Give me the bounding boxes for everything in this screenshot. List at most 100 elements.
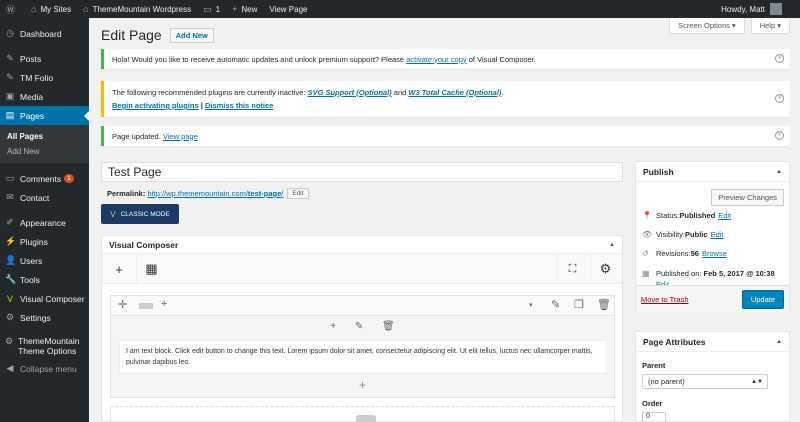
collapse-icon: ◀ [6, 363, 14, 373]
w3-cache-link[interactable]: W3 Total Cache (Optional) [408, 88, 501, 97]
add-column-icon[interactable]: + [161, 298, 167, 310]
move-icon[interactable]: ✛ [118, 298, 127, 311]
wp-logo-icon[interactable]: Ⓦ [0, 0, 25, 18]
drag-handle[interactable] [356, 415, 376, 422]
avatar [770, 3, 782, 15]
collapse-arrow-icon[interactable]: ▲ [609, 242, 615, 248]
screen-options-button[interactable]: Screen Options ▾ [669, 18, 745, 34]
edit-row-icon[interactable]: ✎ [551, 298, 560, 311]
pages-submenu: All Pages Add New [0, 125, 89, 163]
preview-changes-button[interactable]: Preview Changes [711, 189, 784, 206]
permalink: Permalink: http://wp.thememountain.com/t… [107, 188, 309, 199]
site-name-menu[interactable]: ⌂ ThemeMountain Wordpress [77, 0, 197, 18]
dismiss-icon[interactable]: ✕ [775, 94, 784, 103]
order-input[interactable]: 0 [642, 412, 666, 422]
submenu-add-new[interactable]: Add New [0, 144, 89, 159]
sidebar-item-appearance[interactable]: ✐ Appearance [0, 213, 89, 232]
fullscreen-icon[interactable]: ⛶ [557, 254, 587, 284]
sidebar-item-pages[interactable]: ▤ Pages [0, 106, 89, 125]
page-updated-notice: Page updated. View page ✕ [101, 126, 790, 146]
post-visibility: 👁 Visibility: Public Edit [642, 230, 724, 239]
add-to-column-icon[interactable]: + [330, 321, 336, 332]
edit-permalink-button[interactable]: Edit [287, 188, 309, 199]
browse-revisions-link[interactable]: Browse [702, 249, 727, 258]
add-new-button[interactable]: Add New [169, 27, 214, 43]
edit-column-icon[interactable]: ✎ [355, 321, 363, 332]
permalink-url[interactable]: http://wp.thememountain.com/test-page/ [147, 189, 283, 198]
sidebar-item-users[interactable]: 👤 Users [0, 251, 89, 270]
plus-icon: + [232, 4, 238, 14]
brush-icon: ✐ [6, 217, 14, 227]
publish-header[interactable]: Publish ▲ [636, 162, 789, 182]
sidebar-item-comments[interactable]: ▭ Comments 1 [0, 169, 89, 188]
sidebar-item-plugins[interactable]: ⚡ Plugins [0, 232, 89, 251]
select-caret-icon: ▲▼ [751, 378, 763, 385]
sidebar-item-contact[interactable]: ✉ Contact [0, 188, 89, 207]
screen-meta: Screen Options ▾ Help ▾ [669, 18, 790, 34]
vc-activation-notice: Hola! Would you like to receive automati… [101, 49, 790, 69]
collapse-arrow-icon[interactable]: ▲ [776, 169, 782, 175]
sidebar-item-dashboard[interactable]: ◷ Dashboard [0, 24, 89, 43]
sidebar-item-theme-options[interactable]: ⚙ ThemeMountain Theme Options [0, 333, 89, 359]
sidebar-item-tools[interactable]: 🔧 Tools [0, 270, 89, 289]
empty-row-placeholder[interactable] [110, 406, 615, 422]
pages-icon: ▤ [5, 110, 15, 120]
comments-badge: 1 [64, 174, 74, 183]
add-element-icon[interactable]: + [104, 254, 134, 284]
account-menu[interactable]: Howdy, Matt [715, 0, 788, 18]
dismiss-notice-link[interactable]: Dismiss this notice [205, 101, 273, 110]
sidebar-item-media[interactable]: ▣ Media [0, 87, 89, 106]
submenu-all-pages[interactable]: All Pages [0, 129, 89, 144]
pin-icon: 📍 [642, 211, 652, 220]
svg-support-link[interactable]: SVG Support (Optional) [308, 88, 392, 97]
user-icon: 👤 [5, 255, 17, 265]
begin-activating-link[interactable]: Begin activating plugins [112, 101, 199, 110]
clone-row-icon[interactable]: ❐ [574, 298, 584, 311]
page-attributes-box: Page Attributes ▲ Parent (no parent) ▲▼ Or… [635, 331, 790, 422]
comments-menu[interactable]: ▭ 1 [197, 0, 226, 18]
page-title: Edit Page Add New [101, 27, 214, 43]
new-content-menu[interactable]: + New [226, 0, 263, 18]
sidebar-item-visual-composer[interactable]: V Visual Composer [0, 289, 89, 308]
my-sites-menu[interactable]: ⌂ My Sites [25, 0, 77, 18]
move-to-trash-link[interactable]: Move to Trash [641, 295, 689, 304]
parent-label: Parent [642, 361, 666, 370]
page-attributes-header[interactable]: Page Attributes ▲ [636, 332, 789, 352]
edit-visibility-link[interactable]: Edit [711, 230, 724, 239]
collapse-menu-button[interactable]: ◀ Collapse menu [0, 359, 89, 378]
home-icon: ⌂ [83, 4, 89, 14]
view-page-link[interactable]: View Page [263, 0, 313, 18]
parent-select[interactable]: (no parent) ▲▼ [642, 374, 768, 389]
vc-row: ✛ + ▾ ✎ ❐ 🗑 + ✎ 🗑 I am text block. Click… [110, 295, 615, 398]
edit-status-link[interactable]: Edit [718, 211, 731, 220]
sidebar-item-tm-folio[interactable]: ✎ TM Folio [0, 68, 89, 87]
vc-box-header[interactable]: Visual Composer ▲ [102, 236, 622, 254]
delete-row-icon[interactable]: 🗑 [597, 298, 611, 311]
row-layout-icon[interactable] [139, 303, 153, 309]
collapse-arrow-icon[interactable]: ▲ [776, 339, 782, 345]
sidebar-item-settings[interactable]: ⚙ Settings [0, 308, 89, 327]
dismiss-icon[interactable]: ✕ [775, 131, 784, 140]
publish-actions: Move to Trash Update [636, 285, 789, 313]
templates-icon[interactable]: ▦ [136, 254, 166, 284]
text-block-element[interactable]: I am text block. Click edit button to ch… [119, 340, 607, 374]
delete-column-icon[interactable]: 🗑 [382, 321, 395, 332]
history-icon: ↺ [642, 249, 649, 258]
settings-icon: ⚙ [5, 312, 15, 322]
classic-mode-button[interactable]: V CLASSIC MODE [101, 204, 179, 224]
settings-icon[interactable]: ⚙ [590, 254, 620, 284]
post-title-input[interactable]: Test Page [101, 162, 623, 182]
add-element-plus-icon[interactable]: + [111, 378, 614, 392]
help-button[interactable]: Help ▾ [750, 18, 790, 34]
sidebar-item-posts[interactable]: ✎ Posts [0, 49, 89, 68]
toggle-row-icon[interactable]: ▾ [529, 301, 533, 309]
row-controls: ✛ + ▾ ✎ ❐ 🗑 [111, 296, 614, 316]
view-page-link[interactable]: View page [163, 132, 198, 141]
visual-composer-box: Visual Composer ▲ + ▦ ⛶ ⚙ ✛ + ▾ ✎ ❐ 🗑 + ✎… [101, 235, 623, 422]
publish-box: Publish ▲ Preview Changes 📍 Status: Publis… [635, 161, 790, 313]
vc-toolbar: + ▦ ⛶ ⚙ [102, 254, 622, 284]
column-controls: + ✎ 🗑 [111, 321, 614, 332]
update-button[interactable]: Update [741, 290, 784, 309]
dismiss-icon[interactable]: ✕ [775, 54, 784, 63]
activate-copy-link[interactable]: activate your copy [406, 55, 466, 64]
